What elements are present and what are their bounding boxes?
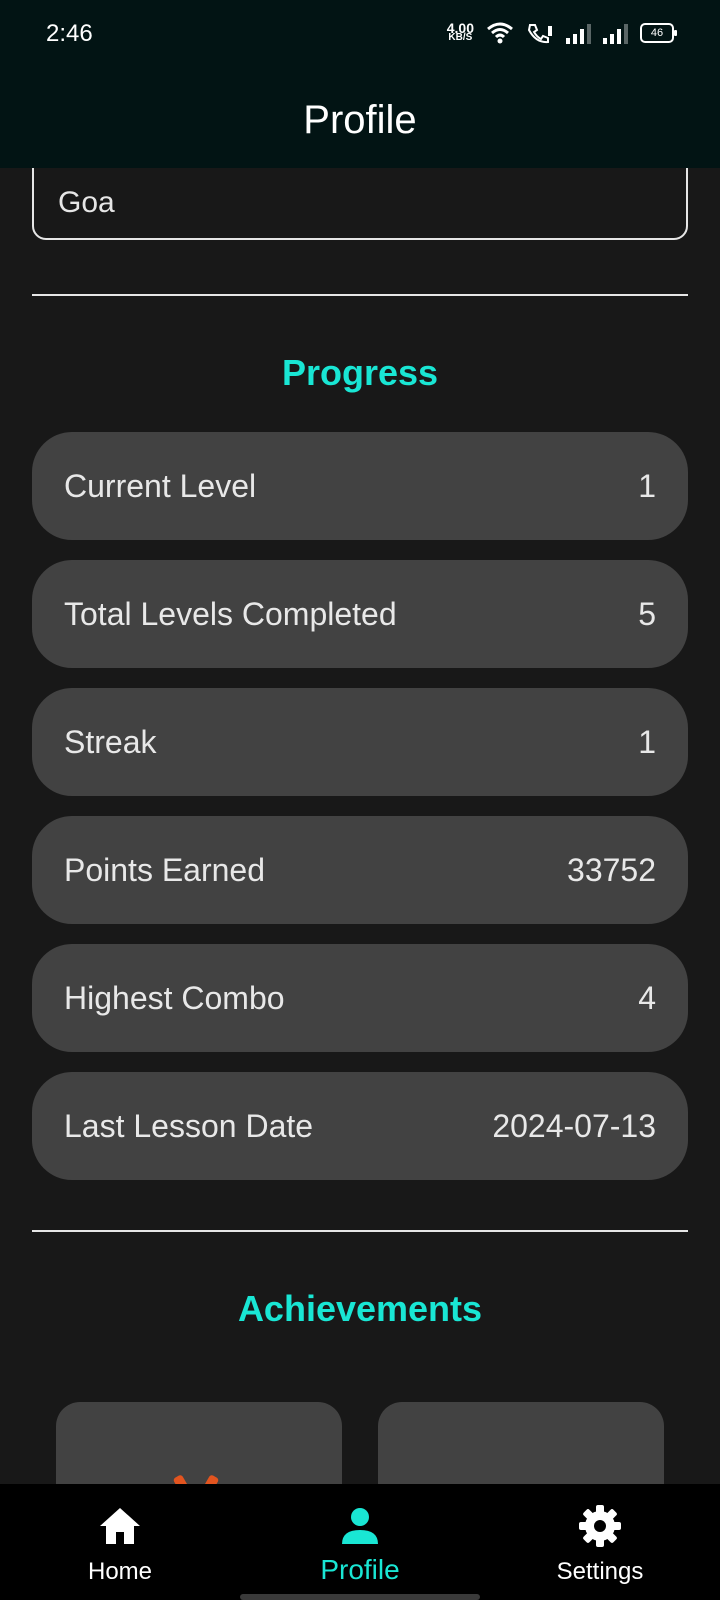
stat-row-total-levels-completed: Total Levels Completed 5 [32, 560, 688, 668]
status-icons: 4.00 KB/S 46 [447, 21, 677, 44]
stat-row-highest-combo: Highest Combo 4 [32, 944, 688, 1052]
stat-label: Points Earned [64, 851, 266, 888]
achievement-card[interactable] [56, 1402, 342, 1484]
bottom-nav: Home Profile Settings [0, 1484, 720, 1600]
network-speed-unit: KB/S [448, 32, 473, 43]
stat-label: Highest Combo [64, 979, 285, 1016]
stat-value: 1 [638, 723, 656, 760]
divider [32, 1230, 688, 1232]
status-time: 2:46 [46, 20, 93, 47]
stat-label: Streak [64, 723, 157, 760]
battery-icon: 46 [640, 23, 677, 43]
wifi-icon [487, 22, 513, 44]
nav-label-profile: Profile [320, 1554, 400, 1585]
page-title: Profile [303, 97, 417, 142]
app-bar: Profile [0, 72, 720, 168]
network-speed: 4.00 KB/S [447, 21, 474, 43]
stat-value: 1 [638, 467, 656, 504]
stat-value: 5 [638, 595, 656, 632]
nav-item-profile[interactable]: Profile [240, 1484, 480, 1600]
stat-value: 2024-07-13 [492, 1107, 656, 1144]
nav-item-home[interactable]: Home [0, 1484, 240, 1600]
stat-row-streak: Streak 1 [32, 688, 688, 796]
stat-row-points-earned: Points Earned 33752 [32, 816, 688, 924]
stat-row-last-lesson-date: Last Lesson Date 2024-07-13 [32, 1072, 688, 1180]
stat-label: Last Lesson Date [64, 1107, 314, 1144]
stat-value: 33752 [567, 851, 656, 888]
divider [32, 294, 688, 296]
stat-label: Total Levels Completed [64, 595, 397, 632]
signal-sim2-icon [603, 22, 628, 44]
achievement-card[interactable] [378, 1402, 664, 1484]
nav-label-settings: Settings [556, 1558, 644, 1585]
nav-item-settings[interactable]: Settings [480, 1484, 720, 1600]
nav-label-home: Home [87, 1558, 153, 1585]
achievement-badge-icon [172, 1474, 220, 1484]
gear-icon [579, 1505, 621, 1547]
location-field-value: Goa [58, 186, 115, 219]
home-indicator [240, 1594, 480, 1600]
achievements-title: Achievements [237, 1288, 483, 1329]
home-icon [100, 1508, 140, 1544]
stat-value: 4 [638, 979, 656, 1016]
profile-content[interactable]: Goa Progress Current Level 1 Total Level… [0, 168, 720, 1484]
person-icon [342, 1508, 378, 1544]
wifi-calling-icon [527, 24, 552, 44]
stat-label: Current Level [64, 467, 257, 504]
progress-title: Progress [281, 352, 439, 393]
stat-row-current-level: Current Level 1 [32, 432, 688, 540]
signal-sim1-icon [566, 22, 591, 44]
status-bar: 2:46 4.00 KB/S 46 [0, 0, 720, 72]
location-field[interactable]: Goa [32, 168, 688, 240]
